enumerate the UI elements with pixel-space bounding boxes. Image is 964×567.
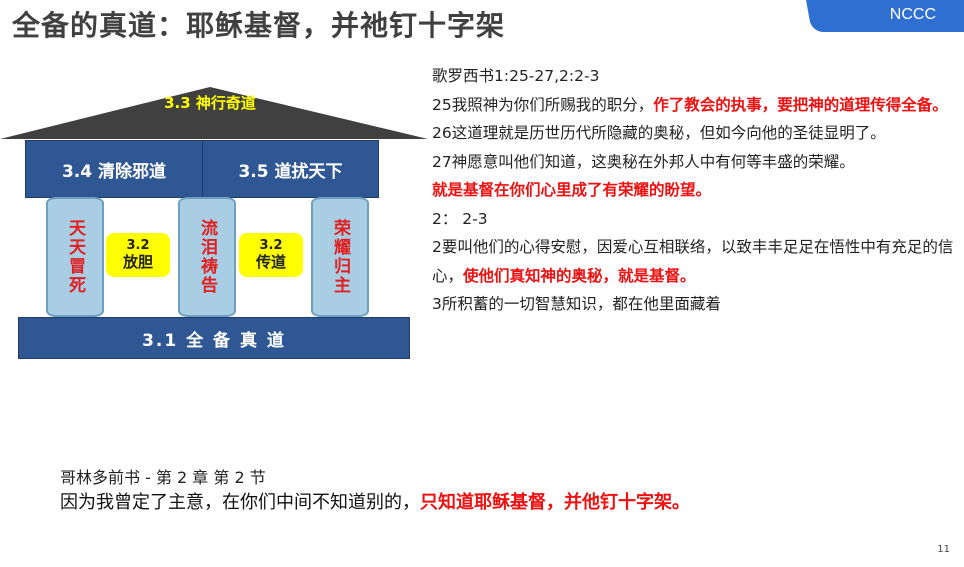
label-preach-number: 3.2 [259,238,283,253]
colossians-passage: 歌罗西书1:25-27,2:2-3 25我照神为你们所赐我的职分，作了教会的执事… [432,62,960,319]
label-boldness-text: 放胆 [122,253,153,271]
slide-title: 全备的真道：耶稣基督，并祂钉十字架 [12,9,506,42]
pillar-left: 天天冒死 [46,197,104,317]
brand-label: NCCC [889,6,936,23]
verse-25-text: 25我照神为你们所赐我的职分， [432,95,654,114]
verse-3: 3所积蓄的一切智慧知识，都在他里面藏着 [432,295,721,313]
verse-27: 27神愿意叫他们知道，这奥秘在外邦人中有何等丰盛的荣耀。 [432,152,855,171]
beam-right: 3.5 道扰天下 [202,140,379,198]
corinthians-reference: 哥林多前书 - 第 2 章 第 2 节 [60,468,266,487]
verse-2-highlight: 使他们真知神的奥秘，就是基督。 [463,266,696,285]
foundation: 3.1 全 备 真 道 [18,317,410,359]
label-boldness-number: 3.2 [126,238,150,253]
pillar-left-label: 天天冒死 [65,219,85,295]
corinthians-verse: 因为我曾定了主意，在你们中间不知道别的，只知道耶稣基督，并他钉十字架。 [60,488,690,514]
verse-25: 25我照神为你们所赐我的职分，作了教会的执事，要把神的道理传得全备。 [432,91,960,120]
verse-2: 2要叫他们的心得安慰，因爱心互相联络，以致丰丰足足在悟性中有充足的信心，使他们真… [432,233,960,290]
pillar-right: 荣耀归主 [311,197,369,317]
passage-reference: 歌罗西书1:25-27,2:2-3 [432,67,600,85]
label-preach: 3.2 传道 [239,233,303,277]
label-boldness: 3.2 放胆 [106,233,170,277]
verse-27-highlight: 就是基督在你们心里成了有荣耀的盼望。 [432,181,712,199]
corinthians-verse-text: 因为我曾定了主意，在你们中间不知道别的， [60,492,420,513]
chapter-2-reference: 2： 2-3 [432,209,488,228]
verse-25-highlight: 作了教会的执事，要把神的道理传得全备。 [653,95,948,114]
beam-left: 3.4 清除邪道 [25,140,203,198]
brand-tab [806,0,964,32]
verse-26: 26这道理就是历世历代所隐藏的奥秘，但如今向他的圣徒显明了。 [432,124,886,142]
corinthians-verse-highlight: 只知道耶稣基督，并他钉十字架。 [420,492,690,513]
pillar-center-label: 流泪祷告 [197,219,217,295]
page-number: 11 [937,544,950,555]
pillar-right-label: 荣耀归主 [330,219,350,295]
pillar-center: 流泪祷告 [178,197,236,317]
roof-label: 3.3 神行奇道 [164,94,256,112]
label-preach-text: 传道 [255,253,286,271]
